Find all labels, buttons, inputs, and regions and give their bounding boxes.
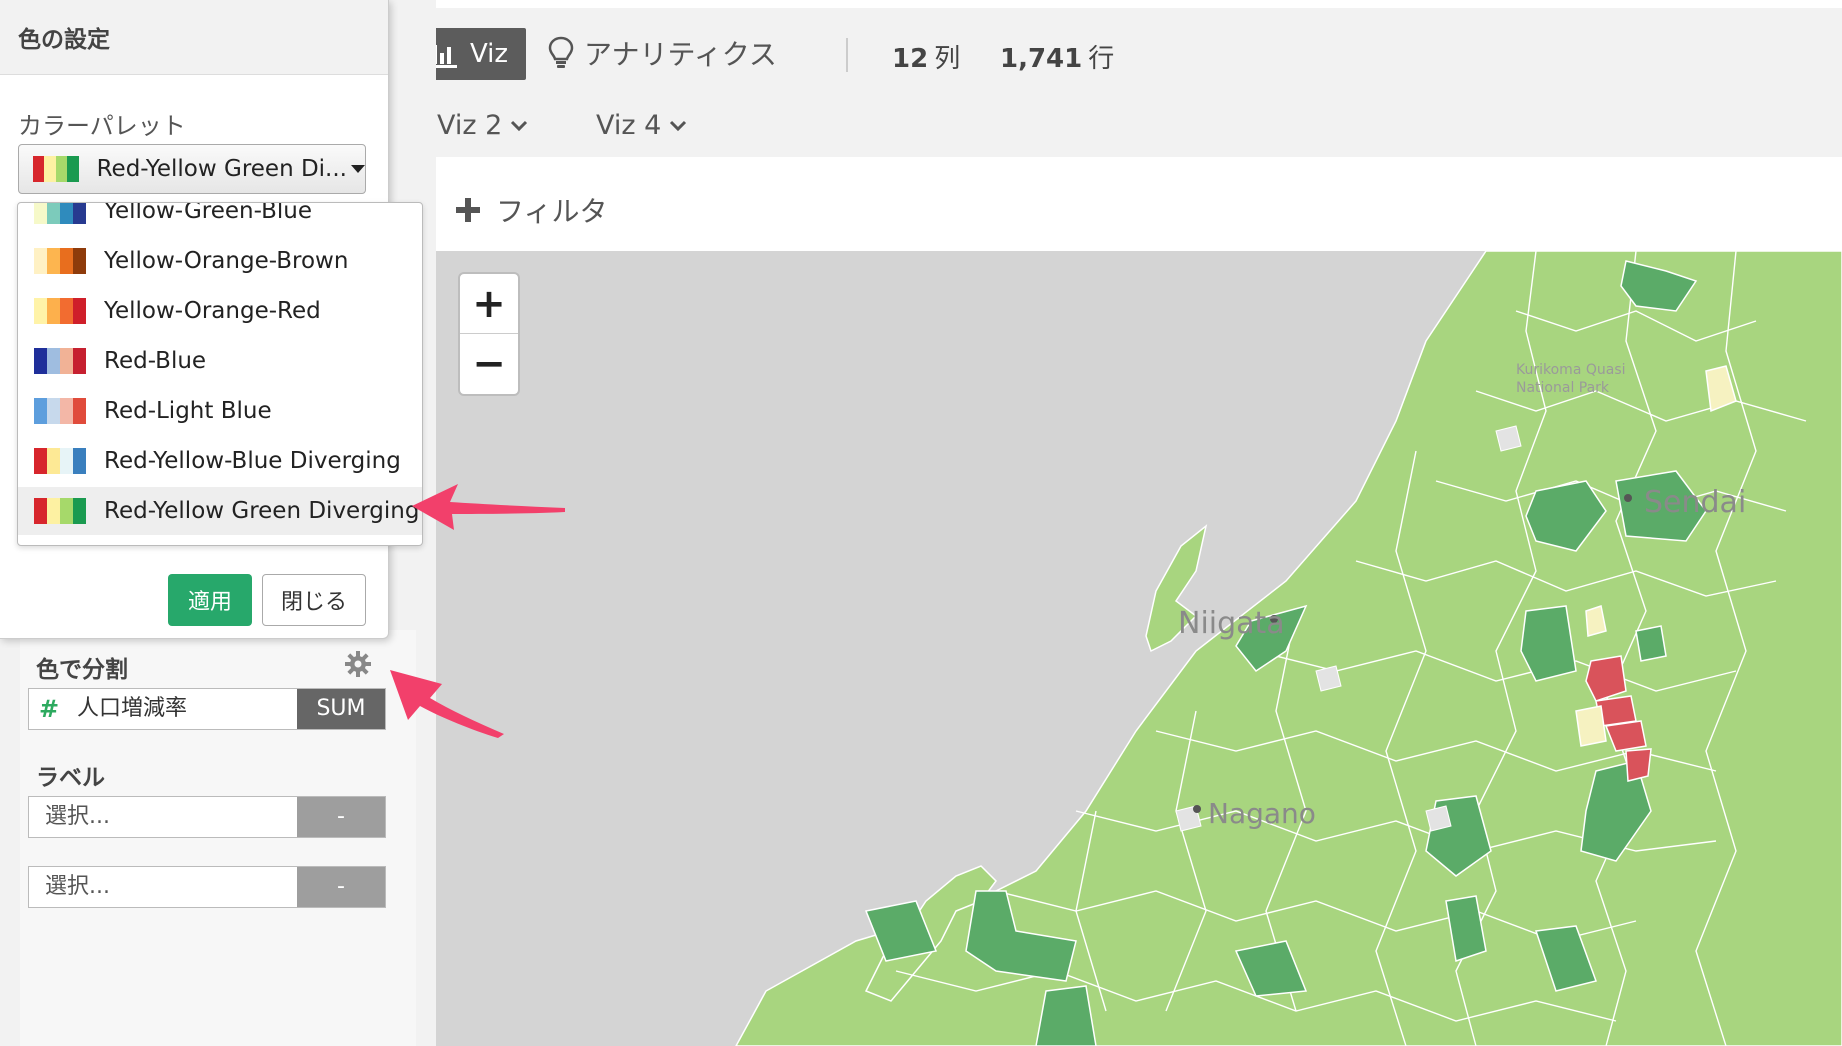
apply-button[interactable]: 適用 — [168, 574, 252, 626]
color-field[interactable]: # 人口増減率 SUM — [28, 688, 386, 730]
caret-down-icon — [351, 165, 365, 173]
map-region-nodata — [1315, 665, 1342, 692]
map-label-nagano: Nagano — [1208, 797, 1316, 830]
annotation-arrow-icon — [390, 670, 504, 738]
selected-palette: Red-Yellow Green Di... — [96, 156, 347, 182]
map-region-dark — [1635, 625, 1667, 662]
map-label-kurikoma: Kurikoma Quasi National Park — [1516, 362, 1626, 396]
close-button[interactable]: 閉じる — [262, 574, 366, 626]
map-region-nodata — [1495, 425, 1522, 452]
filter-label: フィルタ — [496, 195, 608, 228]
map-region-yellow — [1575, 705, 1607, 747]
palette-option-selected[interactable]: Red-Yellow Green Diverging — [18, 487, 422, 535]
map-region-dark — [1035, 985, 1097, 1046]
city-dot-sendai — [1624, 494, 1632, 502]
tab-viz-4[interactable]: Viz 4 — [596, 110, 687, 141]
panel-title: 色の設定 — [18, 27, 110, 53]
palette-option[interactable]: Yellow-Green-Blue — [18, 203, 422, 235]
city-dot-nagano — [1193, 805, 1201, 813]
label-select-1[interactable]: 選択... - — [28, 796, 386, 838]
gear-icon[interactable] — [344, 650, 372, 678]
label-select-1-option[interactable]: - — [297, 797, 385, 837]
map-label-sendai: Sendai — [1644, 485, 1747, 520]
map-region-red — [1625, 748, 1652, 782]
palette-option[interactable]: Red-Yellow-Blue Diverging — [18, 437, 422, 485]
color-split-label: 色で分割 — [36, 657, 128, 683]
analytics-button[interactable]: アナリティクス — [548, 33, 777, 73]
add-filter-button[interactable]: フィルタ — [456, 190, 607, 230]
label-select-2[interactable]: 選択... - — [28, 866, 386, 908]
annotation-arrow-icon — [412, 484, 565, 530]
lightbulb-icon — [548, 36, 574, 68]
map-view[interactable]: Niigata Sendai Nagano Kurikoma Quasi Nat… — [436, 251, 1842, 1046]
palette-label: カラーパレット — [18, 112, 186, 140]
palette-option[interactable]: Yellow-Orange-Red — [18, 287, 422, 335]
map-region-nodata — [1425, 805, 1452, 832]
zoom-control: + − — [458, 272, 520, 396]
label-select-2-option[interactable]: - — [297, 867, 385, 907]
numeric-hash-icon: # — [38, 695, 60, 723]
chevron-down-icon — [670, 120, 687, 131]
zoom-out-button[interactable]: − — [460, 333, 518, 393]
palette-select[interactable]: Red-Yellow Green Di... — [18, 144, 366, 194]
viz-button-label: Viz — [469, 39, 509, 69]
plus-icon — [456, 198, 480, 222]
column-count: 12 列 — [892, 44, 961, 74]
palette-swatch — [33, 156, 79, 182]
color-field-name: 人口増減率 — [77, 696, 188, 721]
label-section-title: ラベル — [36, 765, 105, 791]
palette-option[interactable]: Red-Light Blue — [18, 387, 422, 435]
palette-dropdown: Yellow-Green-Blue Yellow-Orange-Brown Ye… — [17, 202, 423, 546]
palette-option[interactable]: Yellow-Orange-Brown — [18, 237, 422, 285]
toolbar-divider — [846, 38, 848, 72]
filter-bar — [390, 157, 1842, 251]
zoom-in-button[interactable]: + — [460, 274, 518, 333]
tab-viz-2[interactable]: Viz 2 — [437, 110, 528, 141]
row-count: 1,741 行 — [1000, 44, 1115, 74]
map-label-niigata: Niigata — [1178, 606, 1285, 641]
analytics-label: アナリティクス — [584, 38, 777, 71]
aggregation-button[interactable]: SUM — [297, 689, 385, 729]
chevron-down-icon — [511, 120, 528, 131]
palette-option[interactable]: Red-Blue — [18, 337, 422, 385]
